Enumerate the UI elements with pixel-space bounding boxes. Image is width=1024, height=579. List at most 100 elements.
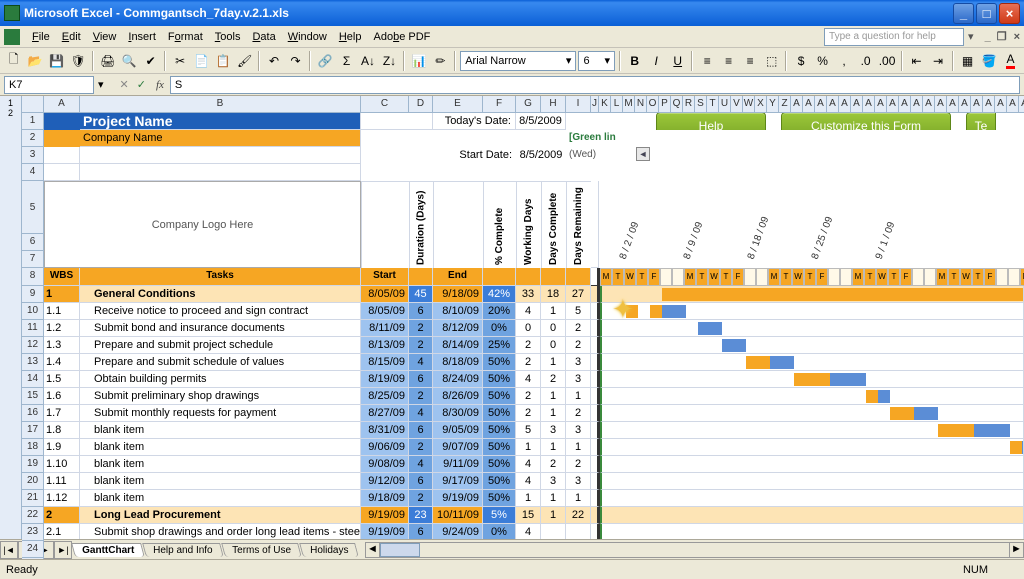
cell-dc[interactable]: 2 [541,371,566,388]
col-header[interactable]: A [983,96,995,113]
gantt-bar-area[interactable] [600,490,1024,507]
cell-task[interactable]: blank item [80,456,361,473]
col-header[interactable]: M [623,96,635,113]
table-row[interactable]: 1General Conditions8/05/09459/18/0942%33… [44,286,1024,303]
row-header[interactable]: 1 [22,113,44,130]
cell-pct[interactable]: 0% [483,320,516,337]
horizontal-scrollbar[interactable]: ◄ ► [365,542,1024,558]
col-header[interactable]: A [923,96,935,113]
print-preview-icon[interactable]: 🔍 [119,50,138,72]
cell-start[interactable]: 9/19/09 [361,507,409,524]
cell-duration[interactable]: 4 [409,354,433,371]
chart-icon[interactable]: 📊 [409,50,428,72]
table-row[interactable]: 1.9blank item9/06/0929/07/0950%111 [44,439,1024,456]
cell-pct[interactable]: 50% [483,354,516,371]
cell-end[interactable]: 9/07/09 [433,439,483,456]
cell-task[interactable]: General Conditions [80,286,361,303]
new-icon[interactable]: 🗋 [4,50,23,72]
cell-dr[interactable]: 2 [566,405,591,422]
gantt-bar-area[interactable] [600,473,1024,490]
table-row[interactable]: 2Long Lead Procurement9/19/092310/11/095… [44,507,1024,524]
cell-start[interactable]: 8/31/09 [361,422,409,439]
align-left-icon[interactable]: ≡ [697,50,716,72]
col-header[interactable]: P [659,96,671,113]
cell-start[interactable]: 8/11/09 [361,320,409,337]
cell-start[interactable]: 8/13/09 [361,337,409,354]
cell-duration[interactable]: 6 [409,422,433,439]
col-header[interactable]: A [1007,96,1019,113]
font-name-select[interactable]: Arial Narrow▾ [460,51,576,71]
gantt-bar-area[interactable] [600,388,1024,405]
row-header[interactable]: 15 [22,388,44,405]
start-date-label[interactable]: Start Date: [433,147,516,164]
cell-wbs[interactable]: 1.5 [44,371,80,388]
column-headers[interactable]: A B C D E F G H I J KLMNOPQRSTUVWXYZAAAA… [44,96,1024,113]
cell-wd[interactable]: 4 [516,371,541,388]
cell-pct[interactable]: 25% [483,337,516,354]
cell-pct[interactable]: 50% [483,405,516,422]
cell-end[interactable]: 8/10/09 [433,303,483,320]
table-row[interactable]: 1.2Submit bond and insurance documents8/… [44,320,1024,337]
cell-dr[interactable]: 3 [566,422,591,439]
table-row[interactable]: 1.5Obtain building permits8/19/0968/24/0… [44,371,1024,388]
cell-dr[interactable]: 1 [566,388,591,405]
cell-dc[interactable]: 1 [541,507,566,524]
cell-wd[interactable]: 1 [516,439,541,456]
row-header[interactable]: 16 [22,405,44,422]
sheet-tab-help[interactable]: Help and Info [142,543,223,557]
company-logo-placeholder[interactable]: Company Logo Here [44,181,361,268]
cell-wbs[interactable]: 1.4 [44,354,80,371]
cell-dc[interactable]: 3 [541,473,566,490]
cell-wbs[interactable]: 1.11 [44,473,80,490]
cell-duration[interactable]: 4 [409,405,433,422]
cell-end[interactable]: 9/19/09 [433,490,483,507]
cell-duration[interactable]: 2 [409,490,433,507]
table-row[interactable]: 1.8blank item8/31/0969/05/0950%533 [44,422,1024,439]
insert-function-icon[interactable]: fx [156,79,164,91]
merge-icon[interactable]: ⬚ [762,50,781,72]
row-header[interactable]: 18 [22,439,44,456]
cell-end[interactable]: 9/17/09 [433,473,483,490]
row-header[interactable]: 12 [22,337,44,354]
gantt-bar-area[interactable] [600,303,1024,320]
permission-icon[interactable]: 🛡 [68,50,87,72]
col-header[interactable]: A [827,96,839,113]
cell-task[interactable]: blank item [80,422,361,439]
cell-wd[interactable]: 1 [516,490,541,507]
underline-icon[interactable]: U [668,50,687,72]
todays-date-label[interactable]: Today's Date: [433,113,516,130]
cell-dr[interactable]: 5 [566,303,591,320]
cell-end[interactable]: 8/26/09 [433,388,483,405]
help-button[interactable]: Help [656,113,766,130]
col-header[interactable]: A [875,96,887,113]
gantt-bar-area[interactable] [600,320,1024,337]
cell-dc[interactable]: 2 [541,456,566,473]
cell-dc[interactable]: 0 [541,320,566,337]
cell-wd[interactable]: 2 [516,388,541,405]
col-header[interactable]: R [683,96,695,113]
row-header[interactable]: 11 [22,320,44,337]
cell-task[interactable]: blank item [80,490,361,507]
increase-indent-icon[interactable]: ⇥ [928,50,947,72]
gantt-bar-area[interactable] [600,286,1024,303]
cell-task[interactable]: Obtain building permits [80,371,361,388]
autosum-icon[interactable]: Σ [337,50,356,72]
redo-icon[interactable]: ↷ [286,50,305,72]
cell-dr[interactable]: 2 [566,320,591,337]
col-header[interactable]: A [887,96,899,113]
table-row[interactable]: 1.12blank item9/18/0929/19/0950%111 [44,490,1024,507]
italic-icon[interactable]: I [646,50,665,72]
name-box-dropdown-icon[interactable]: ▾ [98,78,104,91]
cell-dc[interactable]: 18 [541,286,566,303]
cell-dr[interactable]: 22 [566,507,591,524]
formula-bar[interactable]: S [170,76,1020,94]
cell-pct[interactable]: 50% [483,371,516,388]
col-header[interactable]: A [851,96,863,113]
cell-wbs[interactable]: 1.1 [44,303,80,320]
cell-pct[interactable]: 50% [483,456,516,473]
col-header[interactable]: F [483,96,516,113]
font-color-icon[interactable]: A [1001,50,1020,72]
col-header[interactable]: X [755,96,767,113]
row-header[interactable]: 6 [22,234,44,251]
menu-view[interactable]: View [87,29,123,45]
